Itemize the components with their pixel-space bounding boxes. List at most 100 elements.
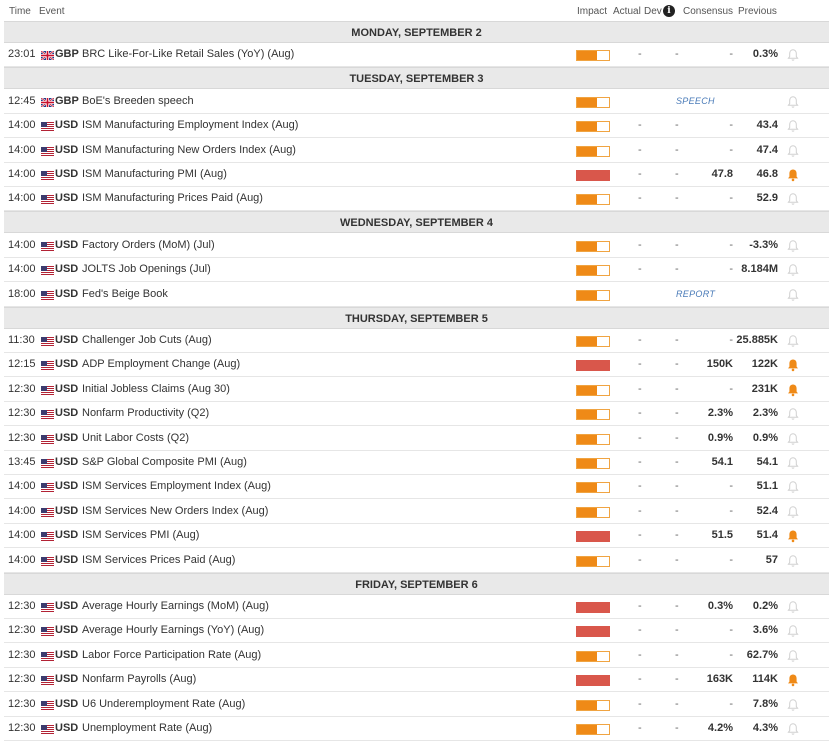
table-row[interactable]: 12:30 USD Initial Jobless Claims (Aug 30) -…	[4, 377, 829, 402]
table-row[interactable]: 14:00 USD ISM Services Employment Index (A…	[4, 475, 829, 499]
bell-icon[interactable]	[786, 119, 800, 133]
impact-fill	[577, 725, 598, 734]
bell-active-icon[interactable]	[786, 358, 800, 372]
event-name[interactable]: ISM Services New Orders Index (Aug)	[82, 505, 268, 517]
impact-fill	[577, 532, 609, 541]
event-name[interactable]: ISM Manufacturing Prices Paid (Aug)	[82, 192, 263, 204]
event-name[interactable]: ISM Manufacturing New Orders Index (Aug)	[82, 144, 296, 156]
impact-bar	[576, 434, 610, 445]
header-dev[interactable]: Dev	[644, 6, 662, 17]
header-actual[interactable]: Actual	[613, 6, 641, 17]
us-flag-icon	[41, 386, 54, 395]
header-event[interactable]: Event	[39, 6, 65, 17]
consensus-value: -	[729, 239, 733, 251]
table-row[interactable]: 12:30 USD Unit Labor Costs (Q2) - - 0.9% 0.9%	[4, 426, 829, 451]
table-row[interactable]: 14:00 USD ISM Services PMI (Aug) - - 51.5 51.4	[4, 524, 829, 548]
bell-icon[interactable]	[786, 432, 800, 446]
bell-icon[interactable]	[786, 649, 800, 663]
table-row[interactable]: 18:00 USD Fed's Beige Book REPORT	[4, 282, 829, 307]
actual-value: -	[638, 48, 642, 60]
table-row[interactable]: 12:30 USD Nonfarm Productivity (Q2) - - 2.3% 2…	[4, 402, 829, 426]
event-name[interactable]: U6 Underemployment Rate (Aug)	[82, 698, 245, 710]
bell-icon[interactable]	[786, 600, 800, 614]
event-name[interactable]: ADP Employment Change (Aug)	[82, 358, 240, 370]
event-name[interactable]: Nonfarm Productivity (Q2)	[82, 407, 209, 419]
info-icon[interactable]: i	[663, 5, 675, 17]
bell-icon[interactable]	[786, 239, 800, 253]
bell-active-icon[interactable]	[786, 383, 800, 397]
bell-icon[interactable]	[786, 554, 800, 568]
bell-icon[interactable]	[786, 192, 800, 206]
bell-icon[interactable]	[786, 48, 800, 62]
event-name[interactable]: ISM Manufacturing PMI (Aug)	[82, 168, 227, 180]
table-row[interactable]: 11:30 USD Challenger Job Cuts (Aug) - - -25.8…	[4, 329, 829, 353]
event-name[interactable]: Challenger Job Cuts (Aug)	[82, 334, 212, 346]
table-row[interactable]: 12:15 USD ADP Employment Change (Aug) - - 150…	[4, 353, 829, 377]
dev-value: -	[675, 600, 679, 612]
table-row[interactable]: 14:00 USD ISM Manufacturing New Orders Ind…	[4, 138, 829, 163]
currency-code: USD	[55, 673, 79, 685]
impact-bar	[576, 724, 610, 735]
header-consensus[interactable]: Consensus	[683, 6, 733, 17]
bell-icon[interactable]	[786, 288, 800, 302]
bell-icon[interactable]	[786, 505, 800, 519]
header-time[interactable]: Time	[9, 6, 31, 17]
event-name[interactable]: Nonfarm Payrolls (Aug)	[82, 673, 196, 685]
table-row[interactable]: 12:30 USD Unemployment Rate (Aug) - - 4.2% 4.3…	[4, 717, 829, 741]
consensus-value: -	[729, 383, 733, 395]
table-row[interactable]: 12:45 GBP BoE's Breeden speech SPEECH	[4, 89, 829, 114]
bell-icon[interactable]	[786, 624, 800, 638]
event-name[interactable]: Factory Orders (MoM) (Jul)	[82, 239, 215, 251]
currency-code: USD	[55, 383, 79, 395]
table-row[interactable]: 12:30 USD Labor Force Participation Rate (…	[4, 643, 829, 668]
table-row[interactable]: 14:00 USD ISM Services New Orders Index (A…	[4, 499, 829, 524]
table-row[interactable]: 14:00 USD ISM Manufacturing Prices Paid (A…	[4, 187, 829, 211]
event-name[interactable]: ISM Manufacturing Employment Index (Aug)	[82, 119, 298, 131]
event-name[interactable]: Initial Jobless Claims (Aug 30)	[82, 383, 230, 395]
bell-icon[interactable]	[786, 407, 800, 421]
header-impact[interactable]: Impact	[577, 6, 607, 17]
table-row[interactable]: 14:00 USD ISM Manufacturing PMI (Aug) - - 47.…	[4, 163, 829, 187]
bell-icon[interactable]	[786, 95, 800, 109]
bell-icon[interactable]	[786, 698, 800, 712]
event-name[interactable]: BoE's Breeden speech	[82, 95, 194, 107]
bell-icon[interactable]	[786, 334, 800, 348]
table-row[interactable]: 12:30 USD Nonfarm Payrolls (Aug) - - 163K 114K	[4, 668, 829, 692]
currency-code: USD	[55, 600, 79, 612]
table-row[interactable]: 12:30 USD Average Hourly Earnings (YoY) (A…	[4, 619, 829, 643]
bell-active-icon[interactable]	[786, 529, 800, 543]
impact-fill	[577, 291, 598, 300]
table-row[interactable]: 14:00 USD JOLTS Job Openings (Jul) - - -8.184…	[4, 258, 829, 282]
bell-active-icon[interactable]	[786, 673, 800, 687]
event-name[interactable]: S&P Global Composite PMI (Aug)	[82, 456, 247, 468]
event-name[interactable]: JOLTS Job Openings (Jul)	[82, 263, 211, 275]
table-row[interactable]: 13:45 USD S&P Global Composite PMI (Aug) - -…	[4, 451, 829, 475]
table-row[interactable]: 23:01 GBP BRC Like-For-Like Retail Sales (…	[4, 43, 829, 67]
table-row[interactable]: 12:30 USD U6 Underemployment Rate (Aug) - - -…	[4, 692, 829, 717]
event-name[interactable]: Average Hourly Earnings (YoY) (Aug)	[82, 624, 264, 636]
table-row[interactable]: 14:00 USD ISM Manufacturing Employment Ind…	[4, 114, 829, 138]
bell-active-icon[interactable]	[786, 168, 800, 182]
event-name[interactable]: BRC Like-For-Like Retail Sales (YoY) (Au…	[82, 48, 294, 60]
previous-value: 0.3%	[752, 48, 778, 60]
consensus-value: -	[729, 698, 733, 710]
event-name[interactable]: Labor Force Participation Rate (Aug)	[82, 649, 261, 661]
table-row[interactable]: 14:00 USD Factory Orders (MoM) (Jul) - - - -3.…	[4, 233, 829, 258]
bell-icon[interactable]	[786, 456, 800, 470]
impact-bar	[576, 482, 610, 493]
event-name[interactable]: Unit Labor Costs (Q2)	[82, 432, 189, 444]
bell-icon[interactable]	[786, 722, 800, 736]
table-row[interactable]: 14:00 USD ISM Services Prices Paid (Aug) - -…	[4, 548, 829, 573]
event-name[interactable]: Average Hourly Earnings (MoM) (Aug)	[82, 600, 269, 612]
event-name[interactable]: ISM Services Employment Index (Aug)	[82, 480, 271, 492]
bell-icon[interactable]	[786, 480, 800, 494]
bell-icon[interactable]	[786, 263, 800, 277]
event-name[interactable]: ISM Services Prices Paid (Aug)	[82, 554, 235, 566]
event-name[interactable]: Unemployment Rate (Aug)	[82, 722, 212, 734]
header-previous[interactable]: Previous	[738, 6, 777, 17]
impact-fill	[577, 508, 598, 517]
event-name[interactable]: ISM Services PMI (Aug)	[82, 529, 199, 541]
table-row[interactable]: 12:30 USD Average Hourly Earnings (MoM) (A…	[4, 595, 829, 619]
event-name[interactable]: Fed's Beige Book	[82, 288, 168, 300]
bell-icon[interactable]	[786, 144, 800, 158]
